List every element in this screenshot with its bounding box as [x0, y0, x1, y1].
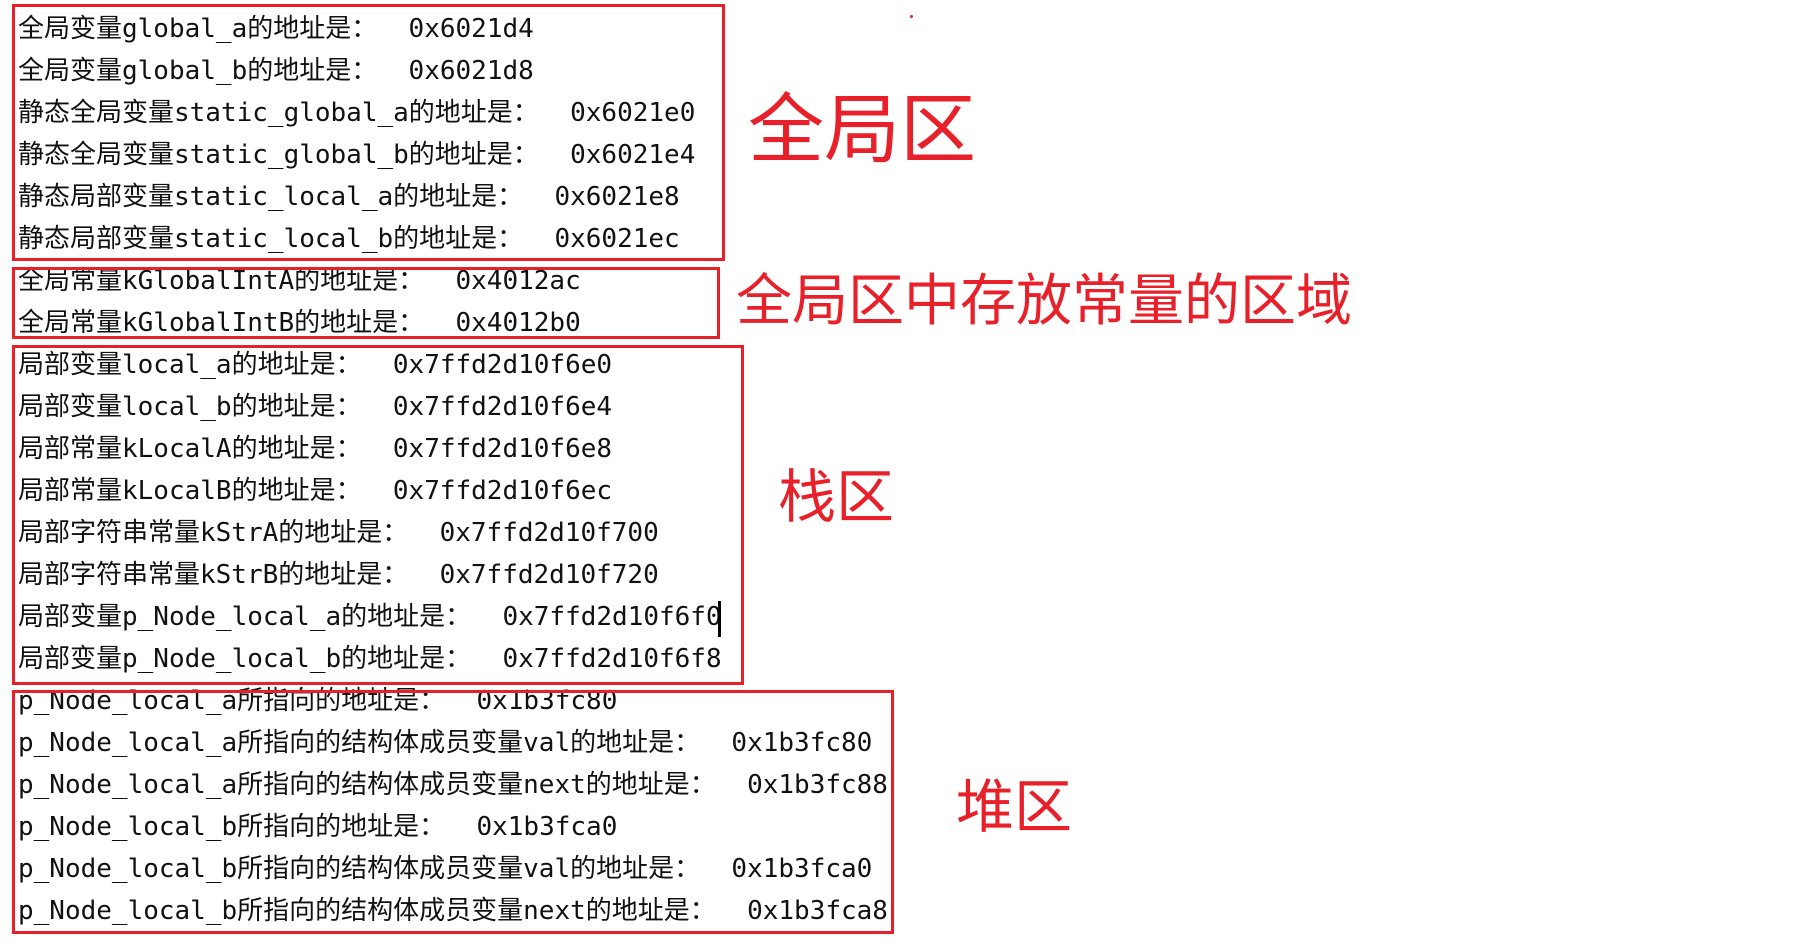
stray-dot	[910, 15, 913, 18]
stack-area-box	[12, 345, 744, 685]
heap-area-box	[12, 690, 894, 934]
global-const-area-label: 全局区中存放常量的区域	[736, 269, 1352, 334]
stack-area-label: 栈区	[778, 463, 895, 531]
heap-area-label: 堆区	[956, 773, 1073, 841]
global-area-box	[12, 4, 725, 261]
global-area-label: 全局区	[748, 85, 976, 174]
global-const-area-box	[12, 267, 720, 339]
